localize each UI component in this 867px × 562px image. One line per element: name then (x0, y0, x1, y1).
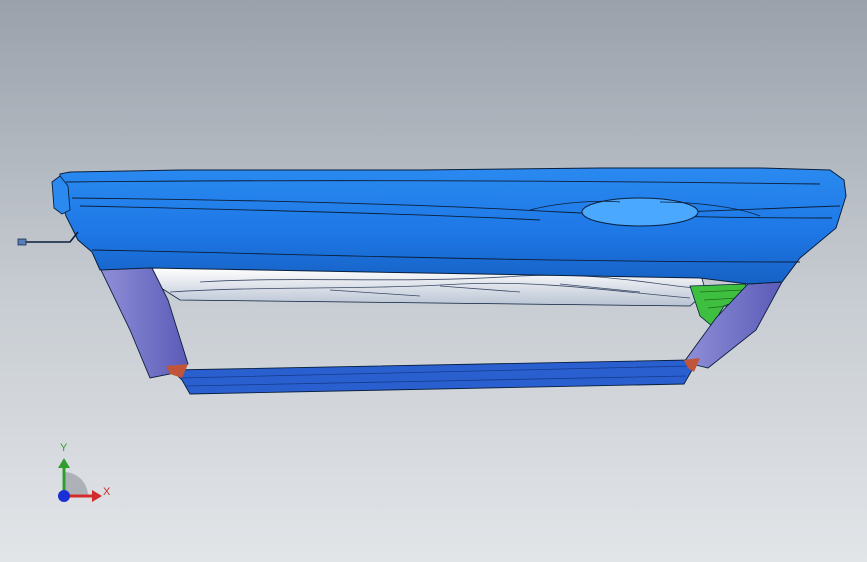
door-model[interactable] (0, 0, 867, 562)
x-axis-label: X (103, 486, 111, 498)
axis-triad: Y X (44, 440, 124, 510)
y-axis-label: Y (60, 442, 68, 454)
z-axis-dot (58, 490, 70, 502)
wire-connector (17, 238, 27, 246)
graphics-viewport[interactable]: Y X (0, 0, 867, 562)
bottom-sill (170, 359, 693, 395)
outer-door-panel (59, 167, 847, 285)
triad-graphic (58, 458, 102, 502)
wire-harness (20, 231, 79, 243)
